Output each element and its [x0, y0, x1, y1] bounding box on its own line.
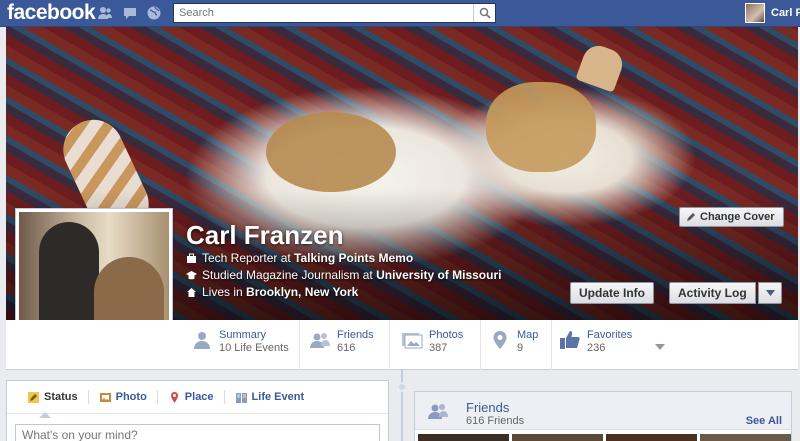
nav-map[interactable]: Map 9: [489, 329, 538, 355]
status-pencil-icon: [28, 391, 39, 403]
status-composer: Status Photo Place Life Event What's on …: [6, 380, 389, 441]
search-icon[interactable]: [473, 4, 495, 22]
timeline-dot: [397, 382, 407, 392]
photos-icon: [401, 329, 423, 351]
hometown-link[interactable]: Brooklyn, New York: [246, 285, 358, 299]
update-info-button[interactable]: Update Info: [570, 282, 654, 304]
photo-icon: [99, 392, 111, 402]
tab-place[interactable]: Place: [158, 381, 224, 414]
top-user-link[interactable]: Carl Franzen: [745, 3, 800, 23]
activity-log-dropdown-button[interactable]: [758, 282, 782, 304]
friends-box-count: 616 Friends: [466, 415, 525, 427]
nav-divider: [389, 320, 390, 370]
profile-name[interactable]: Carl Franzen: [186, 220, 344, 251]
tab-status[interactable]: Status: [17, 381, 88, 414]
life-event-book-icon: [235, 392, 247, 403]
friend-thumbnail[interactable]: [606, 434, 697, 441]
change-cover-button[interactable]: Change Cover: [679, 207, 784, 227]
tab-photo[interactable]: Photo: [89, 381, 157, 414]
friend-thumbnail[interactable]: [418, 434, 509, 441]
friends-icon: [427, 400, 449, 422]
pencil-icon: [687, 213, 695, 221]
top-user-name: Carl Franzen: [771, 7, 800, 19]
place-pin-icon: [170, 391, 178, 403]
nav-divider: [480, 320, 481, 370]
top-bar: facebook Carl Franzen: [0, 0, 800, 27]
friend-thumbnails: [418, 434, 791, 441]
friends-box-title[interactable]: Friends: [466, 400, 509, 415]
info-home: Lives in Brooklyn, New York: [186, 285, 516, 302]
tab-life-event[interactable]: Life Event: [225, 381, 315, 414]
see-all-link[interactable]: See All: [746, 415, 782, 427]
cover-cat-patch: [266, 112, 396, 192]
person-icon: [191, 329, 213, 351]
timeline-spine: [401, 370, 403, 441]
change-cover-label: Change Cover: [700, 211, 775, 223]
activity-log-button[interactable]: Activity Log: [669, 282, 756, 304]
employer-link[interactable]: Talking Points Memo: [294, 251, 413, 265]
nav-more-chevron-icon[interactable]: [655, 344, 665, 350]
nav-photos[interactable]: Photos 387: [401, 329, 463, 355]
messages-icon[interactable]: [122, 5, 138, 21]
notifications-globe-icon[interactable]: [146, 5, 162, 21]
nav-divider: [299, 320, 300, 370]
status-input[interactable]: What's on your mind?: [15, 424, 380, 441]
friend-thumbnail[interactable]: [512, 434, 603, 441]
nav-divider: [551, 320, 552, 370]
work-briefcase-icon: [186, 253, 197, 268]
map-pin-icon: [489, 329, 511, 351]
chevron-down-icon: [765, 290, 775, 296]
school-link[interactable]: University of Missouri: [376, 268, 501, 282]
education-cap-icon: [186, 270, 197, 285]
like-thumb-icon: [559, 329, 581, 351]
avatar: [745, 3, 765, 23]
friend-thumbnail[interactable]: [700, 434, 791, 441]
info-education: Studied Magazine Journalism at Universit…: [186, 268, 516, 285]
friends-box: Friends 616 Friends See All: [414, 391, 792, 441]
facebook-logo[interactable]: facebook: [7, 1, 96, 25]
cover-cat-ear: [575, 41, 627, 93]
friends-icon: [309, 329, 331, 351]
friends-box-header: Friends 616 Friends See All: [415, 392, 791, 430]
info-work: Tech Reporter at Talking Points Memo: [186, 251, 516, 268]
search-input[interactable]: [174, 4, 469, 22]
search-box: [173, 3, 496, 23]
composer-tabs: Status Photo Place Life Event: [7, 381, 388, 414]
cover-cat-patch: [486, 82, 596, 172]
home-icon: [186, 287, 197, 302]
nav-friends[interactable]: Friends 616: [309, 329, 374, 355]
nav-summary[interactable]: Summary 10 Life Events: [191, 329, 289, 355]
friend-requests-icon[interactable]: [97, 5, 113, 21]
nav-favorites[interactable]: Favorites 236: [559, 329, 632, 355]
profile-nav-strip: Summary 10 Life Events Friends 616 Photo…: [6, 320, 798, 370]
profile-info: Tech Reporter at Talking Points Memo Stu…: [186, 251, 516, 302]
